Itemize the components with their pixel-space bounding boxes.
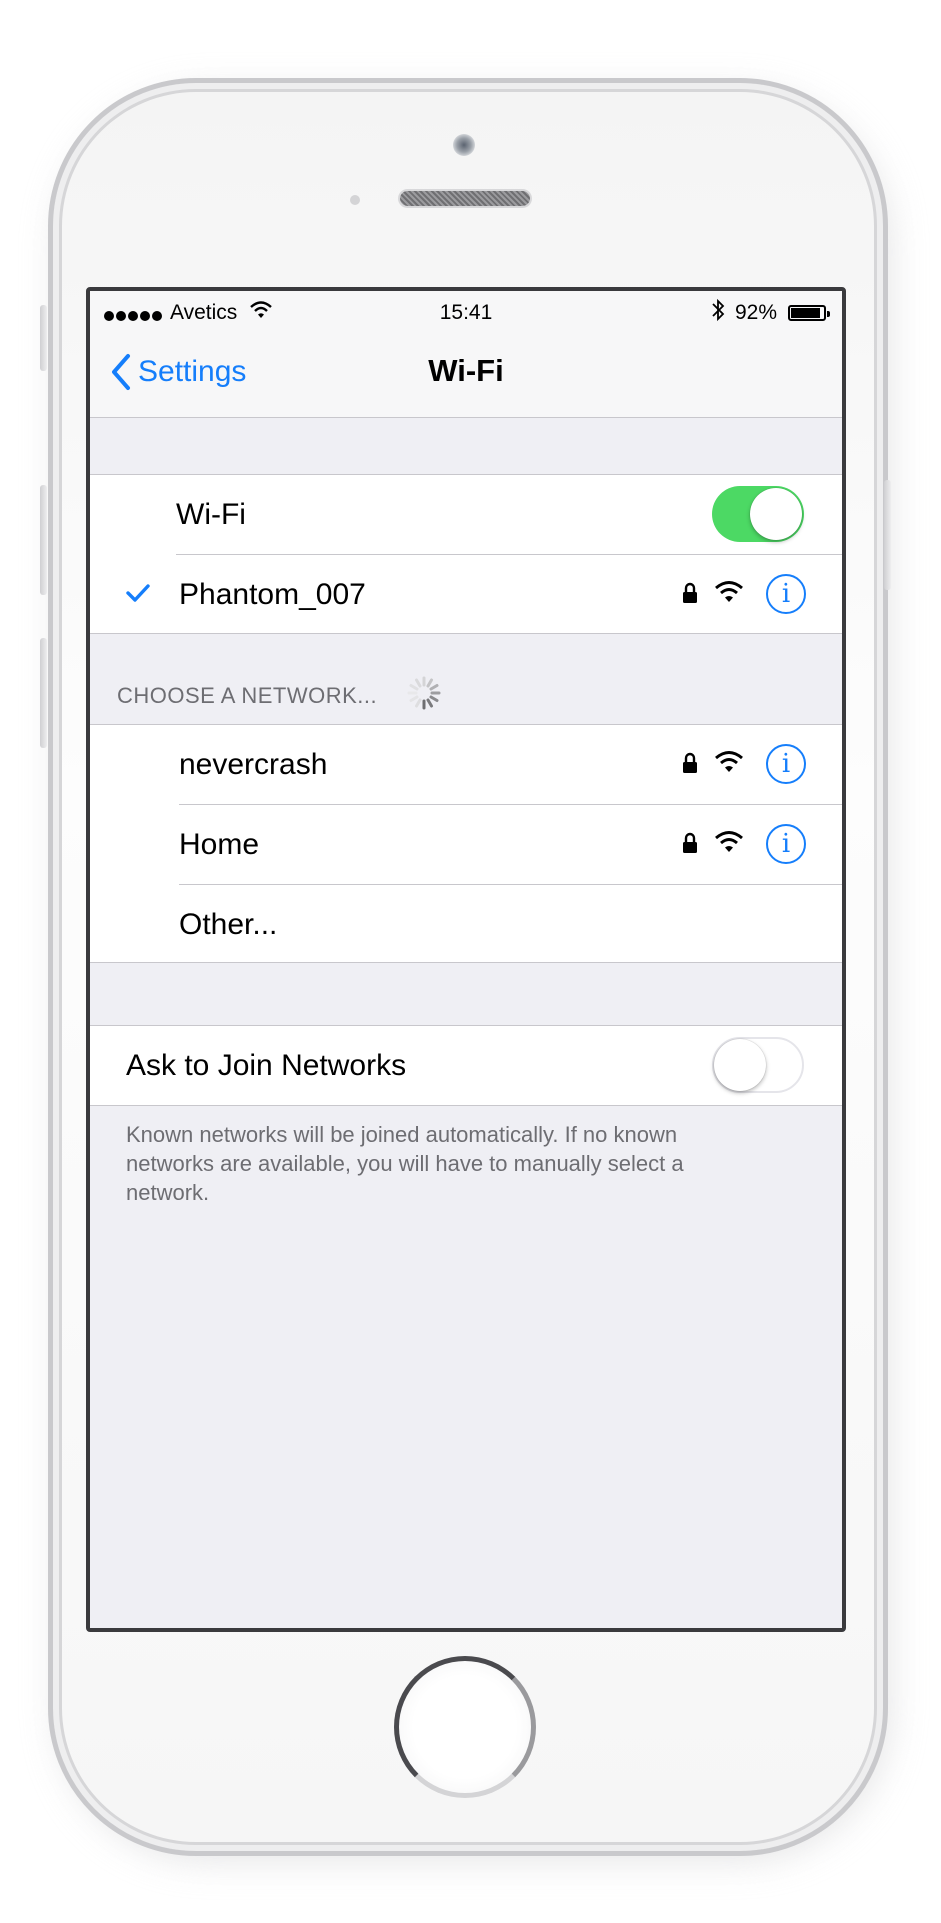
lock-icon (683, 582, 697, 603)
available-networks-group: nevercrash i Home i Other... (90, 724, 842, 963)
other-network-row[interactable]: Other... (90, 885, 842, 964)
other-network-label: Other... (179, 908, 278, 941)
network-info-button[interactable]: i (766, 574, 806, 614)
page-title: Wi-Fi (428, 353, 504, 388)
ask-to-join-switch[interactable] (712, 1037, 804, 1093)
power-button (884, 480, 891, 590)
wifi-toggle-label: Wi-Fi (176, 498, 246, 531)
wifi-toggle-switch[interactable] (712, 486, 804, 542)
navigation-bar: Settings Wi-Fi (90, 329, 842, 418)
battery-icon (788, 305, 830, 321)
ask-to-join-footer: Known networks will be joined automatica… (126, 1122, 684, 1205)
status-bar: Avetics 15:41 92% (90, 291, 842, 329)
network-row[interactable]: Home i (90, 805, 842, 884)
loading-spinner-icon (407, 676, 441, 710)
status-time: 15:41 (439, 301, 493, 324)
screen: Avetics 15:41 92% Settings Wi-Fi Wi-Fi P… (86, 287, 846, 1632)
wifi-toggle-row: Wi-Fi (90, 475, 842, 554)
home-button[interactable] (394, 1656, 536, 1798)
lock-icon (683, 752, 697, 773)
battery-percent: 92% (735, 301, 778, 324)
wifi-signal-icon (715, 581, 743, 602)
ask-to-join-label: Ask to Join Networks (126, 1049, 407, 1082)
network-name: Home (179, 828, 260, 861)
wifi-signal-icon (715, 831, 743, 852)
checkmark-icon (126, 584, 150, 602)
side-button (40, 305, 47, 371)
bluetooth-icon (712, 298, 725, 322)
section-header: CHOOSE A NETWORK... (117, 683, 378, 708)
wifi-signal-icon (715, 751, 743, 772)
network-info-button[interactable]: i (766, 744, 806, 784)
volume-down-button (40, 638, 47, 748)
proximity-sensor (350, 195, 360, 205)
front-camera-icon (453, 134, 475, 156)
network-info-button[interactable]: i (766, 824, 806, 864)
network-row[interactable]: nevercrash i (90, 725, 842, 804)
lock-icon (683, 832, 697, 853)
ask-to-join-group: Ask to Join Networks (90, 1025, 842, 1106)
network-name: Phantom_007 (179, 578, 366, 611)
wifi-group: Wi-Fi Phantom_007 i (90, 474, 842, 634)
network-row-connected[interactable]: Phantom_007 i (90, 555, 842, 634)
network-name: nevercrash (179, 748, 328, 781)
volume-up-button (40, 485, 47, 595)
ask-to-join-row: Ask to Join Networks (90, 1026, 842, 1105)
earpiece-speaker (400, 191, 530, 206)
